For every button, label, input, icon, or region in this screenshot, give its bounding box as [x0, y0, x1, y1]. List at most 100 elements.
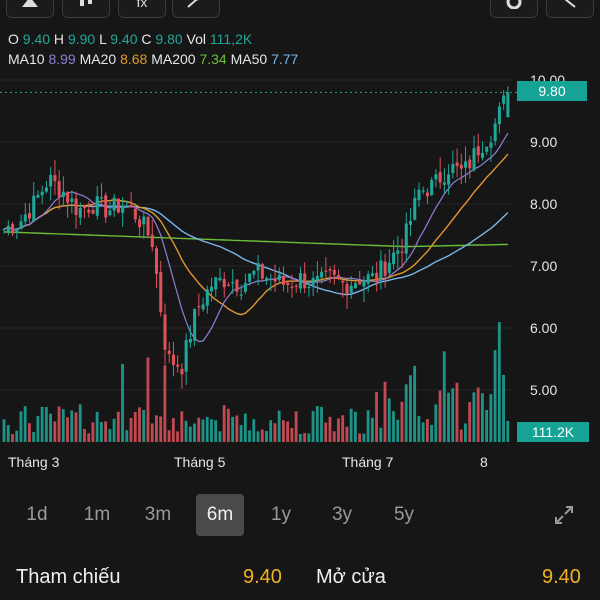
candle-body [6, 225, 10, 232]
volume-bar [193, 423, 196, 442]
candle-body [108, 210, 112, 216]
volume-bar [353, 411, 357, 442]
share-icon [564, 0, 576, 8]
candle-body [506, 92, 510, 118]
volume-bar [70, 410, 74, 442]
candle-body [476, 146, 480, 156]
volume-bar [57, 406, 61, 442]
range-1y[interactable]: 1y [257, 494, 305, 536]
volume-bar [180, 411, 184, 442]
drawing-tool-button[interactable] [172, 0, 220, 18]
price-chart[interactable]: 10.009.008.007.006.005.00 [0, 72, 600, 444]
volume-bar [176, 431, 179, 442]
volume-bar [248, 430, 251, 442]
volume-bar [328, 416, 332, 442]
candle-body [171, 354, 175, 365]
candle-body [116, 198, 120, 213]
volume-bar [320, 406, 323, 442]
volume-bar [269, 420, 273, 442]
expand-icon [555, 506, 573, 524]
volume-bar [298, 433, 302, 442]
candle-body [112, 197, 116, 211]
candle-body [40, 191, 44, 196]
volume-bar [379, 427, 383, 442]
candle-body [400, 251, 404, 253]
volume-bar [260, 429, 264, 442]
candle-body [434, 174, 438, 180]
volume-bar [6, 425, 10, 442]
volume-bar [451, 388, 455, 442]
candle-body [95, 196, 99, 216]
candle-body [210, 286, 214, 292]
candle-body [125, 206, 129, 208]
volume-bar [53, 421, 57, 442]
share-button[interactable] [546, 0, 594, 18]
candle-body [15, 229, 19, 233]
candle-body [167, 350, 171, 354]
candle-body [502, 95, 506, 104]
volume-bar [99, 422, 103, 442]
candle-body [277, 274, 281, 281]
range-5y[interactable]: 5y [380, 494, 428, 536]
volume-bar [83, 428, 86, 442]
volume-bar [108, 429, 112, 442]
ma50-value: 7.77 [271, 51, 299, 67]
candle-body [260, 264, 264, 279]
candle-style-button[interactable] [62, 0, 110, 18]
ma200-label: MA200 [151, 51, 196, 67]
open-label: O [8, 31, 19, 47]
candle-body [163, 314, 167, 350]
candle-body [493, 123, 497, 142]
range-1m[interactable]: 1m [73, 494, 121, 536]
candle-body [455, 162, 459, 167]
volume-bar [142, 409, 146, 442]
volume-bar [459, 429, 463, 442]
volume-bar [286, 421, 290, 442]
volume-bar [434, 404, 438, 442]
candle-body [353, 283, 357, 289]
settings-button[interactable] [490, 0, 538, 18]
candle-body [472, 148, 476, 171]
volume-bar [409, 375, 412, 442]
volume-bar [201, 419, 205, 442]
candle-body [83, 207, 87, 209]
reference-price-value: 9.40 [243, 566, 282, 588]
volume-bar [150, 423, 154, 442]
candle-body [176, 364, 180, 367]
volume-bar [243, 413, 247, 442]
volume-bar [104, 421, 108, 442]
candle-body [447, 174, 451, 185]
price-axis: 10.009.008.007.006.005.00 [530, 72, 565, 398]
candle-body [205, 289, 209, 306]
indicator-button[interactable]: fx [118, 0, 166, 18]
range-3m[interactable]: 3m [134, 494, 182, 536]
fullscreen-button[interactable] [540, 494, 588, 536]
candle-body [222, 278, 226, 288]
volume-bar [387, 398, 391, 442]
volume-bar [163, 365, 167, 442]
candle-body [417, 189, 421, 201]
volume-bar [231, 416, 235, 442]
range-1d[interactable]: 1d [13, 494, 61, 536]
candle-body [66, 192, 70, 203]
ohlc-legend: O 9.40 H 9.90 L 9.40 C 9.80 Vol 111,2K [8, 31, 252, 47]
volume-bar [277, 410, 281, 442]
range-6m[interactable]: 6m [196, 494, 244, 536]
volume-bar [125, 430, 129, 442]
candle-body [129, 205, 133, 208]
candle-body [61, 191, 65, 197]
candle-body [328, 269, 332, 271]
chart-type-button[interactable] [6, 0, 54, 18]
close-label: C [141, 31, 152, 47]
quote-summary: Tham chiếu 9.40 Mở cửa 9.40 [0, 560, 600, 594]
range-3y[interactable]: 3y [318, 494, 366, 536]
candle-body [438, 172, 442, 183]
y-tick-label: 5.00 [530, 382, 557, 398]
trend-icon [187, 0, 199, 8]
volume-bar [464, 423, 467, 442]
candle-body [286, 282, 290, 286]
candle-body [23, 214, 27, 222]
volume-bar [315, 406, 319, 442]
candle-body [239, 294, 243, 296]
volume-bar [421, 422, 425, 442]
